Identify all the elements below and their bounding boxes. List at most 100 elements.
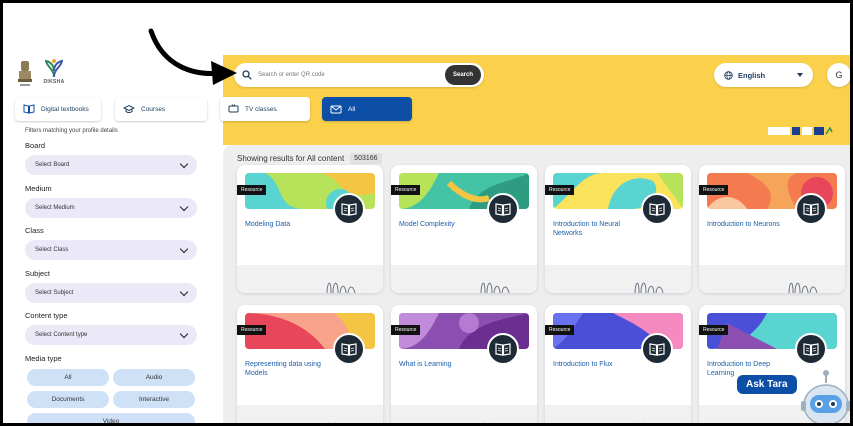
content-card[interactable]: Resource Introduction to Neurons	[699, 165, 845, 293]
tv-icon	[228, 104, 239, 113]
diksha-logo[interactable]: DIKSHA	[43, 57, 65, 85]
doodle-icon	[328, 422, 337, 423]
tab-digital-textbooks[interactable]: Digital textbooks	[15, 97, 101, 121]
chevron-down-icon	[179, 244, 189, 253]
board-select[interactable]: Select Board	[25, 155, 197, 175]
subject-select[interactable]: Select Subject	[25, 283, 197, 303]
content-card[interactable]: Resource Modeling Data	[237, 165, 383, 293]
language-label: English	[738, 70, 766, 80]
filter-label-medium: Medium	[25, 184, 52, 193]
resource-tag: Resource	[545, 325, 575, 335]
filter-label-content-type: Content type	[25, 311, 68, 320]
screenshot-frame: DIKSHA Search or enter QR code Search En…	[0, 0, 853, 426]
search-icon	[242, 70, 252, 80]
results-prefix: Showing results for All content	[237, 154, 345, 163]
diksha-leaf-icon	[44, 59, 64, 78]
filter-note: Filters matching your profile details	[25, 128, 118, 134]
media-chip-audio[interactable]: Audio	[113, 369, 195, 386]
decorative-flags	[768, 127, 833, 135]
resource-tag: Resource	[237, 325, 267, 335]
chevron-down-icon	[179, 159, 189, 168]
tab-label: Courses	[141, 105, 166, 113]
book-icon	[333, 193, 365, 225]
resource-tag: Resource	[699, 185, 729, 195]
content-card[interactable]: Resource Introduction to Neural Networks	[545, 165, 691, 293]
ask-tara-button[interactable]: Ask Tara	[737, 375, 797, 394]
resource-tag: Resource	[391, 185, 421, 195]
card-footer	[237, 265, 383, 293]
resource-tag: Resource	[545, 185, 575, 195]
search-bar[interactable]: Search or enter QR code Search	[234, 63, 484, 87]
doodle-icon	[636, 422, 645, 423]
card-footer	[391, 405, 537, 423]
header-band-bottom	[223, 135, 850, 145]
tab-tv-classes[interactable]: TV classes	[220, 97, 310, 121]
envelope-icon	[330, 105, 342, 114]
chevron-down-icon	[179, 329, 189, 338]
content-type-select[interactable]: Select Content type	[25, 325, 197, 345]
content-card[interactable]: Resource Introduction to Flux	[545, 305, 691, 423]
user-avatar[interactable]: G	[827, 63, 850, 87]
filter-label-subject: Subject	[25, 269, 51, 278]
search-input[interactable]: Search or enter QR code	[258, 72, 445, 78]
language-selector[interactable]: English	[714, 63, 813, 87]
book-icon	[795, 333, 827, 365]
results-summary: Showing results for All content 503166	[237, 153, 382, 164]
open-book-icon	[23, 104, 35, 114]
content-card[interactable]: Resource What is Learning	[391, 305, 537, 423]
card-footer	[237, 405, 383, 423]
filter-label-class: Class	[25, 226, 44, 235]
resource-tag: Resource	[699, 325, 729, 335]
card-footer	[545, 405, 691, 423]
select-placeholder: Select Medium	[35, 205, 75, 211]
globe-icon	[724, 70, 733, 80]
chevron-down-icon	[179, 287, 189, 296]
chevron-down-icon	[797, 73, 803, 77]
select-placeholder: Select Subject	[35, 290, 74, 296]
filter-label-media-type: Media type	[25, 354, 62, 363]
national-emblem-icon	[18, 61, 32, 86]
resource-tag: Resource	[237, 185, 267, 195]
card-title[interactable]: What is Learning	[399, 360, 485, 369]
card-footer	[699, 265, 845, 293]
book-icon	[795, 193, 827, 225]
robot-assistant-icon[interactable]	[799, 369, 853, 426]
select-placeholder: Select Content type	[35, 332, 88, 338]
content-card[interactable]: Resource Representing data using Models	[237, 305, 383, 423]
search-button[interactable]: Search	[445, 65, 481, 85]
tab-courses[interactable]: Courses	[115, 97, 207, 121]
graduation-cap-icon	[123, 104, 135, 114]
card-title[interactable]: Introduction to Neurons	[707, 220, 793, 229]
media-chip-all[interactable]: All	[27, 369, 109, 386]
tab-label: Digital textbooks	[41, 105, 89, 113]
medium-select[interactable]: Select Medium	[25, 198, 197, 218]
book-icon	[487, 333, 519, 365]
card-footer	[391, 265, 537, 293]
media-chip-documents[interactable]: Documents	[27, 391, 109, 408]
book-icon	[641, 193, 673, 225]
filter-sidebar: Filters matching your profile details Bo…	[15, 123, 211, 423]
tab-all[interactable]: All	[322, 97, 412, 121]
doodle-icon	[634, 282, 664, 293]
media-chip-video[interactable]: Video	[27, 413, 195, 423]
card-title[interactable]: Model Complexity	[399, 220, 485, 229]
select-placeholder: Select Class	[35, 247, 69, 253]
card-title[interactable]: Representing data using Models	[245, 360, 331, 378]
doodle-icon	[480, 282, 510, 293]
content-card[interactable]: Resource Model Complexity	[391, 165, 537, 293]
brand-name: DIKSHA	[43, 79, 65, 85]
class-select[interactable]: Select Class	[25, 240, 197, 260]
resource-tag: Resource	[391, 325, 421, 335]
card-footer	[545, 265, 691, 293]
annotation-arrow-icon	[148, 28, 237, 85]
card-title[interactable]: Introduction to Neural Networks	[553, 220, 639, 238]
tab-label: TV classes	[245, 105, 277, 113]
filter-label-board: Board	[25, 141, 46, 150]
book-icon	[641, 333, 673, 365]
media-chip-interactive[interactable]: Interactive	[113, 391, 195, 408]
card-title[interactable]: Modeling Data	[245, 220, 331, 229]
tab-label: All	[348, 105, 356, 113]
doodle-icon	[482, 422, 491, 423]
card-title[interactable]: Introduction to Flux	[553, 360, 639, 369]
doodle-icon	[788, 282, 818, 293]
